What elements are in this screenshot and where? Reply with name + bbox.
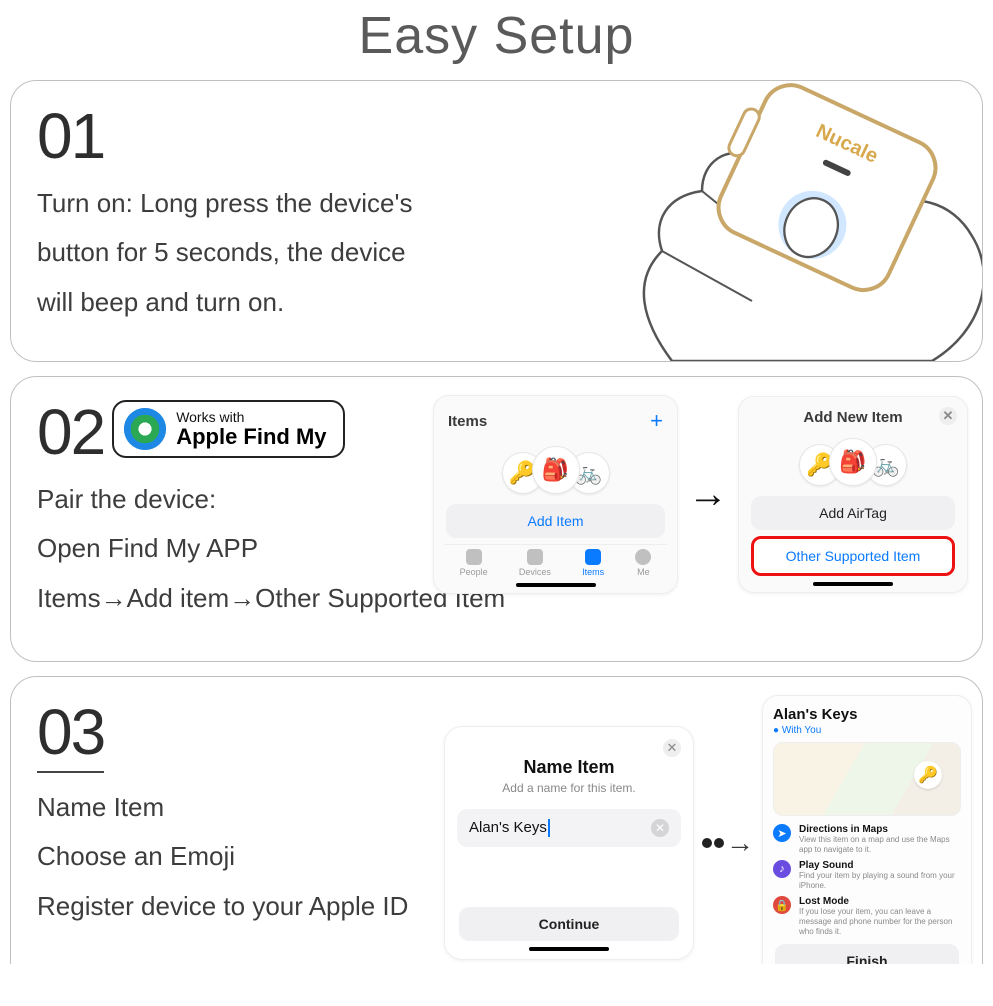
option-play-sound[interactable]: ♪ Play SoundFind your item by playing a … bbox=[773, 860, 961, 890]
name-item-screen: ✕ Name Item Add a name for this item. Al… bbox=[444, 726, 694, 960]
finish-button[interactable]: Finish bbox=[775, 944, 959, 964]
home-indicator bbox=[813, 582, 893, 586]
tab-people[interactable]: People bbox=[460, 549, 488, 577]
item-name-input[interactable]: Alan's Keys ✕ bbox=[457, 809, 681, 847]
addnew-title: Add New Item bbox=[803, 409, 902, 426]
item-type-icons-2: 🔑 🎒 🚲 bbox=[749, 438, 957, 486]
findmy-icon bbox=[124, 408, 166, 450]
home-indicator bbox=[529, 947, 609, 951]
map-preview: 🔑 bbox=[773, 742, 961, 816]
items-title: Items bbox=[448, 413, 487, 430]
nameitem-subtitle: Add a name for this item. bbox=[457, 781, 681, 795]
plus-icon[interactable]: + bbox=[650, 408, 663, 434]
findmy-tabbar: People Devices Items Me bbox=[444, 544, 667, 577]
map-pin-icon: 🔑 bbox=[914, 761, 942, 789]
step-card-1: 01 Turn on: Long press the device's butt… bbox=[10, 80, 983, 362]
option-directions[interactable]: ➤ Directions in MapsView this item on a … bbox=[773, 824, 961, 854]
clear-input-icon[interactable]: ✕ bbox=[651, 819, 669, 837]
add-airtag-button[interactable]: Add AirTag bbox=[751, 496, 955, 530]
backpack-icon: 🎒 bbox=[829, 438, 877, 486]
item-name-value: Alan's Keys bbox=[469, 819, 547, 836]
backpack-icon: 🎒 bbox=[532, 446, 580, 494]
lock-icon: 🔒 bbox=[773, 896, 791, 914]
item-detail-screen: Alan's Keys ● With You 🔑 ➤ Directions in… bbox=[762, 695, 972, 964]
works-with-findmy-badge: Works with Apple Find My bbox=[112, 400, 344, 458]
badge-big-text: Apple Find My bbox=[176, 425, 326, 448]
item-type-icons: 🔑 🎒 🚲 bbox=[444, 446, 667, 494]
tab-devices[interactable]: Devices bbox=[519, 549, 551, 577]
step1-line2: button for 5 seconds, the device bbox=[37, 228, 956, 277]
add-new-item-screen: Add New Item ✕ 🔑 🎒 🚲 Add AirTag Other Su… bbox=[738, 396, 968, 593]
sound-icon: ♪ bbox=[773, 860, 791, 878]
option-lost-mode[interactable]: 🔒 Lost ModeIf you lose your item, you ca… bbox=[773, 896, 961, 936]
arrow-right-icon: → bbox=[688, 472, 728, 517]
add-item-button[interactable]: Add Item bbox=[446, 504, 665, 538]
directions-icon: ➤ bbox=[773, 824, 791, 842]
step3-screens: ✕ Name Item Add a name for this item. Al… bbox=[444, 695, 972, 964]
detail-title: Alan's Keys bbox=[773, 706, 961, 723]
tab-items[interactable]: Items bbox=[582, 549, 604, 577]
step-card-3: 03 Name Item Choose an Emoji Register de… bbox=[10, 676, 983, 964]
home-indicator bbox=[516, 583, 596, 587]
page-title: Easy Setup bbox=[0, 6, 993, 66]
step2-screens: Items + 🔑 🎒 🚲 Add Item People Devices It… bbox=[433, 395, 968, 594]
step1-line3: will beep and turn on. bbox=[37, 278, 956, 327]
detail-subtitle: ● With You bbox=[773, 725, 961, 736]
tab-me[interactable]: Me bbox=[635, 549, 651, 577]
nameitem-title: Name Item bbox=[457, 757, 681, 778]
step-card-2: 02 Works with Apple Find My Pair the dev… bbox=[10, 376, 983, 662]
items-screen: Items + 🔑 🎒 🚲 Add Item People Devices It… bbox=[433, 395, 678, 594]
dots-arrow-icon: → bbox=[702, 827, 754, 859]
close-icon[interactable]: ✕ bbox=[663, 739, 681, 757]
other-supported-item-button[interactable]: Other Supported Item bbox=[751, 536, 955, 576]
step-body-1: Turn on: Long press the device's button … bbox=[37, 179, 956, 327]
step1-line1: Turn on: Long press the device's bbox=[37, 179, 956, 228]
step-number-2: 02 bbox=[37, 395, 104, 469]
badge-small-text: Works with bbox=[176, 410, 326, 425]
continue-button[interactable]: Continue bbox=[459, 907, 679, 941]
step-number-3: 03 bbox=[37, 695, 104, 773]
step-number-1: 01 bbox=[37, 99, 956, 173]
close-icon[interactable]: ✕ bbox=[939, 407, 957, 425]
